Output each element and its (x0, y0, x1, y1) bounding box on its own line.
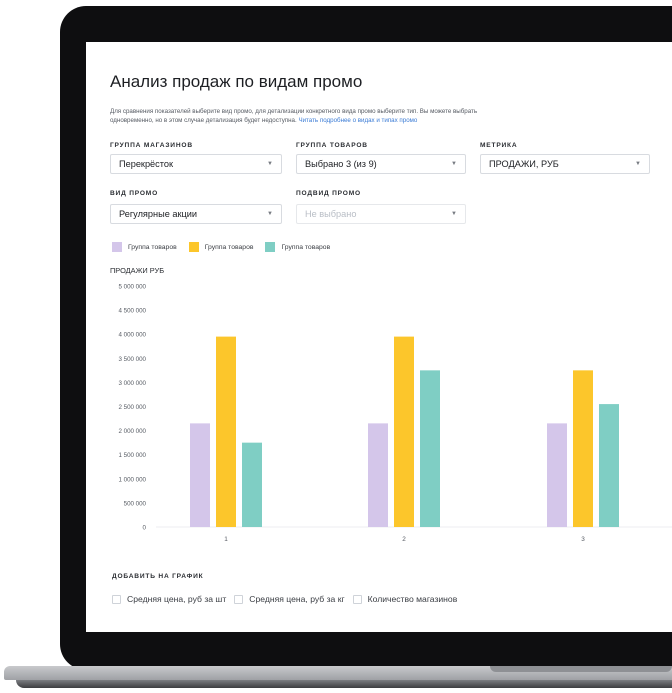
checkbox-avg-price-kg[interactable]: Средняя цена, руб за кг (234, 594, 345, 604)
laptop-base (0, 664, 672, 693)
metric-select[interactable]: ПРОДАЖИ, РУБ ▼ (480, 154, 650, 174)
laptop-frame: Анализ продаж по видам промо Для сравнен… (0, 0, 672, 693)
bar (190, 423, 210, 527)
checkbox-box[interactable] (112, 594, 121, 604)
legend-item: Группа товаров (112, 242, 177, 252)
bar (242, 442, 262, 527)
product-group-label: ГРУППА ТОВАРОВ (296, 142, 368, 149)
description-line-1: Для сравнения показателей выберите вид п… (110, 108, 478, 115)
page-title: Анализ продаж по видам промо (110, 72, 363, 91)
legend-label: Группа товаров (128, 243, 177, 251)
legend-label: Группа товаров (281, 243, 331, 251)
y-tick-label: 0 (143, 525, 147, 532)
x-tick-label: 2 (402, 536, 406, 542)
legend-swatch (188, 242, 199, 252)
y-tick-label: 3 500 000 (118, 356, 146, 363)
page-description: Для сравнения показателей выберите вид п… (110, 108, 670, 125)
y-tick-label: 4 000 000 (118, 332, 146, 339)
bar (599, 404, 619, 527)
metric-value: ПРОДАЖИ, РУБ (489, 159, 559, 169)
promo-subtype-select[interactable]: Не выбрано ▼ (296, 204, 466, 224)
product-group-value: Выбрано 3 (из 9) (305, 159, 377, 169)
store-group-value: Перекрёсток (119, 159, 173, 169)
add-to-chart-label: ДОБАВИТЬ НА ГРАФИК (112, 573, 204, 580)
checkbox-box[interactable] (234, 594, 244, 604)
metric-label: МЕТРИКА (480, 142, 518, 149)
chevron-down-icon: ▼ (635, 161, 641, 167)
chevron-down-icon: ▼ (451, 161, 457, 167)
read-more-link[interactable]: Читать подробнее о видах и типах промо (298, 117, 417, 124)
chart-legend: Группа товаров Группа товаров Группа тов… (112, 242, 330, 252)
add-to-chart-options: Средняя цена, руб за шт Средняя цена, ру… (112, 594, 457, 604)
legend-swatch (112, 242, 122, 252)
promo-type-label: ВИД ПРОМО (110, 190, 159, 197)
promo-type-select[interactable]: Регулярные акции ▼ (110, 204, 282, 224)
legend-swatch (265, 242, 276, 252)
sales-bar-chart: 0 500 000 1 000 000 1 500 000 2 000 000 2 500… (118, 284, 672, 542)
app-screen: Анализ продаж по видам промо Для сравнен… (86, 42, 672, 632)
x-tick-label: 1 (224, 536, 228, 542)
bar (368, 423, 388, 527)
y-tick-label: 1 000 000 (118, 476, 146, 483)
y-tick-label: 2 000 000 (118, 428, 146, 435)
bar (547, 423, 567, 527)
description-line-2: одновременно, но в этом случае детализац… (110, 117, 670, 126)
bar (420, 370, 440, 527)
legend-item: Группа товаров (188, 242, 254, 252)
checkbox-box[interactable] (352, 594, 362, 604)
y-tick-label: 500 000 (124, 500, 147, 507)
product-group-select[interactable]: Выбрано 3 (из 9) ▼ (296, 154, 466, 174)
y-tick-label: 2 500 000 (118, 404, 146, 411)
checkbox-label: Средняя цена, руб за кг (249, 594, 345, 604)
y-tick-label: 1 500 000 (118, 452, 146, 459)
checkbox-store-count[interactable]: Количество магазинов (352, 594, 458, 604)
description-text: одновременно, но в этом случае детализац… (110, 116, 297, 124)
store-group-label: ГРУППА МАГАЗИНОВ (110, 142, 193, 149)
y-tick-label: 3 000 000 (118, 380, 146, 387)
chevron-down-icon: ▼ (267, 161, 273, 167)
store-group-select[interactable]: Перекрёсток ▼ (110, 154, 282, 174)
bar (216, 336, 236, 527)
x-tick-label: 3 (581, 536, 585, 542)
checkbox-avg-price-unit[interactable]: Средняя цена, руб за шт (112, 594, 226, 604)
checkbox-label: Средняя цена, руб за шт (127, 594, 227, 604)
y-tick-label: 5 000 000 (118, 284, 146, 291)
legend-item: Группа товаров (265, 242, 330, 252)
y-tick-label: 4 500 000 (118, 308, 146, 315)
chevron-down-icon: ▼ (451, 211, 457, 217)
legend-label: Группа товаров (204, 243, 254, 251)
promo-type-value: Регулярные акции (119, 209, 198, 219)
bar (573, 370, 593, 527)
checkbox-label: Количество магазинов (367, 594, 458, 604)
chevron-down-icon: ▼ (267, 211, 273, 217)
promo-subtype-placeholder: Не выбрано (305, 209, 357, 219)
promo-subtype-label: ПОДВИД ПРОМО (296, 190, 361, 197)
bar (394, 336, 414, 527)
